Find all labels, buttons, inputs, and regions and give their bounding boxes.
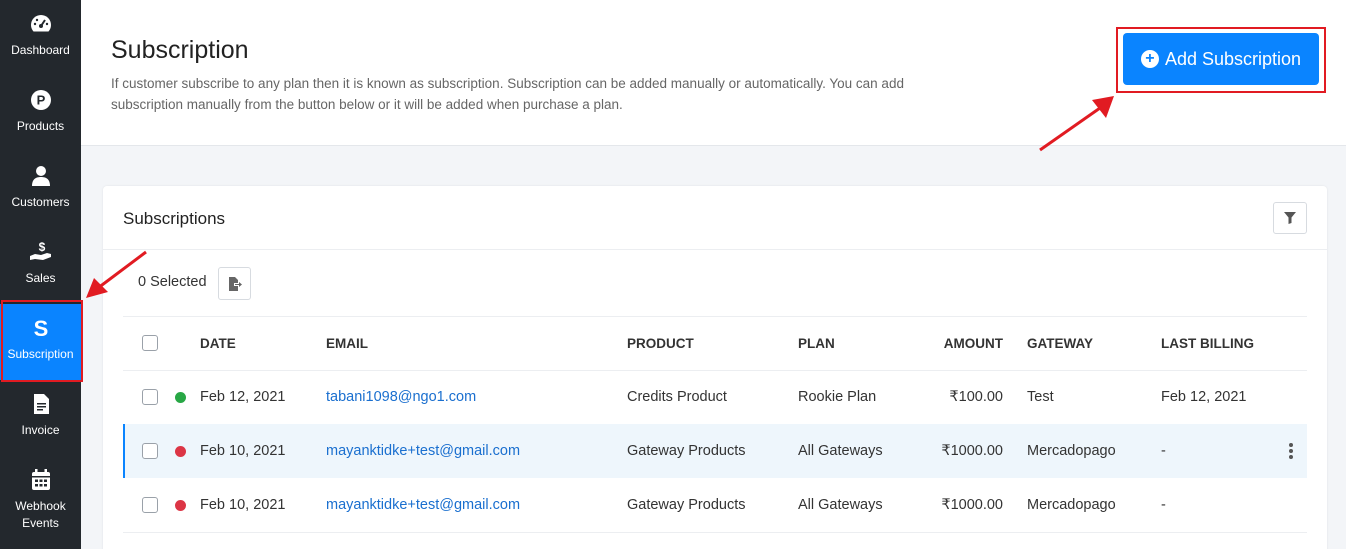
export-icon <box>228 276 242 291</box>
col-plan[interactable]: PLAN <box>798 316 835 370</box>
cell-email-link[interactable]: mayanktidke+test@gmail.com <box>326 478 520 532</box>
divider <box>103 249 1327 250</box>
product-icon: P <box>29 88 53 112</box>
cell-product: Gateway Products <box>627 497 746 513</box>
annotation-arrow-icon <box>1039 96 1114 152</box>
cell-gateway: Mercadopago <box>1027 443 1116 459</box>
col-email[interactable]: EMAIL <box>326 316 368 370</box>
svg-text:P: P <box>36 93 45 108</box>
cell-date: Feb 10, 2021 <box>200 497 286 513</box>
cell-date: Feb 12, 2021 <box>200 389 286 405</box>
more-options-icon[interactable] <box>1289 443 1293 459</box>
select-all-checkbox[interactable] <box>142 335 158 351</box>
row-checkbox[interactable] <box>142 443 158 459</box>
invoice-icon <box>29 392 53 416</box>
cell-product: Gateway Products <box>627 443 746 459</box>
cell-plan: All Gateways <box>798 497 883 513</box>
cell-gateway: Test <box>1027 389 1054 405</box>
status-dot <box>175 391 186 403</box>
row-checkbox[interactable] <box>142 497 158 513</box>
sidebar: Dashboard P Products Customers $ Sales S… <box>0 0 81 549</box>
divider <box>123 532 1307 533</box>
dashboard-icon <box>29 12 53 36</box>
sidebar-item-label: Customers <box>11 195 70 209</box>
table-row[interactable]: Feb 12, 2021 tabani1098@ngo1.com Credits… <box>123 370 1307 424</box>
annotation-highlight-button <box>1116 27 1326 93</box>
cell-plan: Rookie Plan <box>798 389 877 405</box>
sidebar-item-label: Products <box>16 119 65 133</box>
sidebar-item-label: Invoice <box>21 423 60 437</box>
table-row[interactable]: Feb 10, 2021 mayanktidke+test@gmail.com … <box>123 424 1307 478</box>
subscriptions-card: Subscriptions 0 Selected DATE EMAIL PROD… <box>103 186 1327 549</box>
cell-plan: All Gateways <box>798 443 883 459</box>
cell-amount: ₹1000.00 <box>941 443 1003 459</box>
table-header: DATE EMAIL PRODUCT PLAN AMOUNT GATEWAY L… <box>123 316 1307 370</box>
sidebar-item-label: Webhook Events <box>15 499 66 530</box>
status-dot <box>175 499 186 511</box>
sidebar-item-label: Dashboard <box>11 43 70 57</box>
svg-text:$: $ <box>38 240 45 254</box>
col-product[interactable]: PRODUCT <box>627 316 694 370</box>
col-last-billing[interactable]: LAST BILLING <box>1161 316 1254 370</box>
filter-button[interactable] <box>1273 202 1307 234</box>
export-button[interactable] <box>218 267 251 300</box>
col-gateway[interactable]: GATEWAY <box>1027 316 1093 370</box>
cell-product: Credits Product <box>627 389 727 405</box>
card-title: Subscriptions <box>123 209 226 228</box>
col-amount[interactable]: AMOUNT <box>903 316 1003 370</box>
sidebar-item-webhook-events[interactable]: Webhook Events <box>0 456 81 549</box>
cell-date: Feb 10, 2021 <box>200 443 286 459</box>
sidebar-item-products[interactable]: P Products <box>0 76 81 152</box>
row-checkbox[interactable] <box>142 389 158 405</box>
cell-amount: ₹100.00 <box>949 389 1003 405</box>
cell-last-billing: - <box>1161 443 1166 459</box>
cell-gateway: Mercadopago <box>1027 497 1116 513</box>
sidebar-item-customers[interactable]: Customers <box>0 152 81 228</box>
annotation-highlight-sidebar <box>1 300 83 382</box>
table-row[interactable]: Feb 10, 2021 mayanktidke+test@gmail.com … <box>123 478 1307 532</box>
page-title: Subscription <box>111 36 249 64</box>
col-date[interactable]: DATE <box>200 316 236 370</box>
annotation-arrow-icon <box>86 250 147 298</box>
sidebar-item-dashboard[interactable]: Dashboard <box>0 0 81 76</box>
cell-last-billing: - <box>1161 497 1166 513</box>
sidebar-item-invoice[interactable]: Invoice <box>0 380 81 456</box>
filter-icon <box>1284 212 1296 224</box>
sidebar-item-sales[interactable]: $ Sales <box>0 228 81 304</box>
user-icon <box>29 164 53 188</box>
cell-amount: ₹1000.00 <box>941 497 1003 513</box>
sidebar-item-label: Sales <box>25 271 56 285</box>
calendar-icon <box>29 468 53 492</box>
cell-email-link[interactable]: tabani1098@ngo1.com <box>326 370 476 424</box>
cell-last-billing: Feb 12, 2021 <box>1161 389 1247 405</box>
sales-icon: $ <box>29 240 53 264</box>
page-description: If customer subscribe to any plan then i… <box>111 76 904 112</box>
status-dot <box>175 445 186 457</box>
cell-email-link[interactable]: mayanktidke+test@gmail.com <box>326 424 520 478</box>
